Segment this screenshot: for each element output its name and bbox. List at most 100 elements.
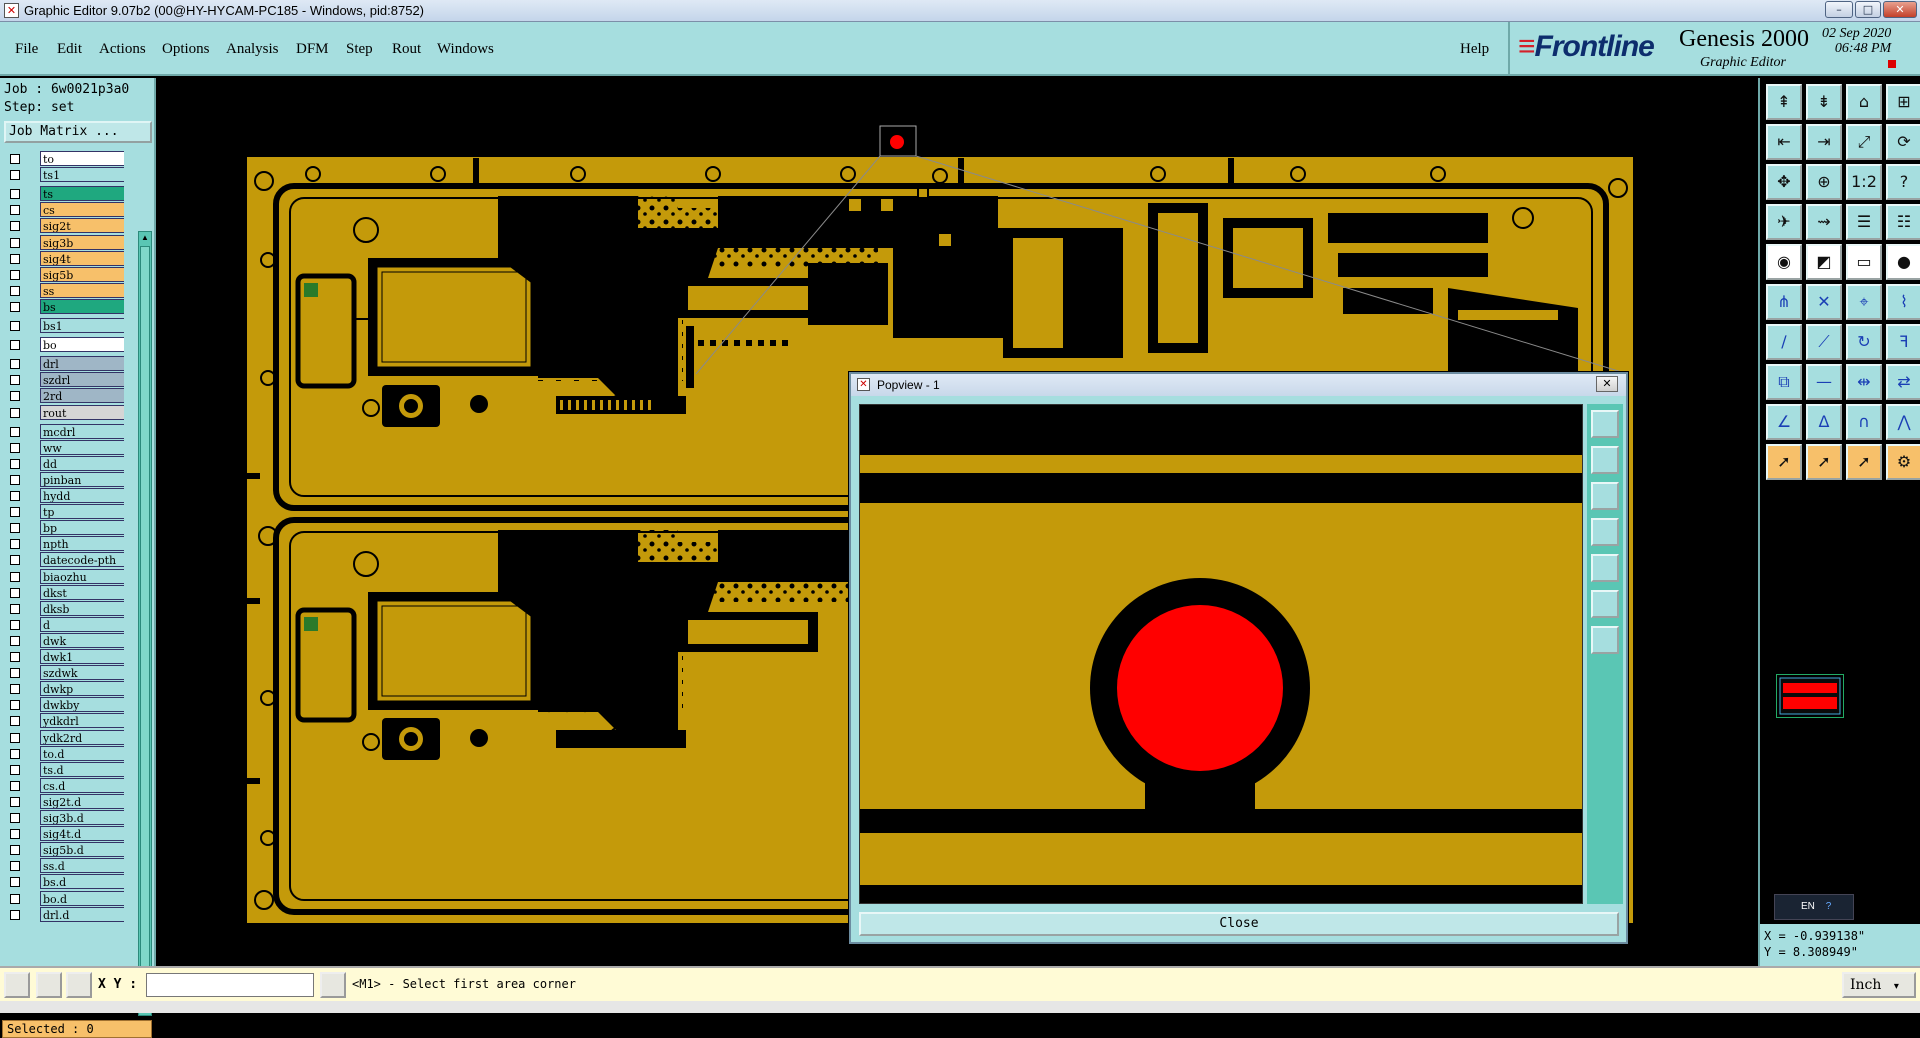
connect-icon[interactable]: ⋔ [1766, 284, 1802, 320]
layer-name[interactable]: dd [40, 455, 124, 471]
layer-row[interactable]: datecode-pth [4, 552, 124, 568]
layer-checkbox[interactable] [10, 458, 20, 469]
layer-row[interactable]: bs.d [4, 874, 124, 890]
layer-checkbox[interactable] [10, 635, 20, 646]
popview-zoom-out-icon[interactable] [1591, 626, 1619, 654]
layer-checkbox[interactable] [10, 877, 20, 888]
layer-checkbox[interactable] [10, 170, 20, 181]
layer-name[interactable]: sig5b.d [40, 842, 124, 858]
layer-checkbox[interactable] [10, 221, 20, 232]
redraw-icon[interactable]: ⟳ [1886, 124, 1920, 160]
layer-row[interactable]: bp [4, 520, 124, 536]
layer-checkbox[interactable] [10, 909, 20, 920]
layer-checkbox[interactable] [10, 716, 20, 727]
break-icon[interactable]: ⌇ [1886, 284, 1920, 320]
layer-row[interactable]: dksb [4, 600, 124, 616]
layer-row[interactable]: ydk2rd [4, 729, 124, 745]
layer-checkbox[interactable] [10, 668, 20, 679]
layer-stack-icon[interactable]: ☰ [1846, 204, 1882, 240]
layer-row[interactable]: pinban [4, 471, 124, 487]
layer-checkbox[interactable] [10, 796, 20, 807]
popview-pan-right-icon[interactable] [1591, 554, 1619, 582]
area-select-icon[interactable] [4, 972, 30, 998]
layer-row[interactable]: sig4t [4, 250, 124, 266]
layer-row[interactable]: d [4, 616, 124, 632]
layer-name[interactable]: sig4t [40, 250, 124, 266]
pan-left-icon[interactable]: ⇤ [1766, 124, 1802, 160]
layer-row[interactable]: rout [4, 404, 124, 420]
layer-checkbox[interactable] [10, 539, 20, 550]
layer-checkbox[interactable] [10, 652, 20, 662]
maximize-button[interactable]: □ [1855, 1, 1881, 18]
layer-checkbox[interactable] [10, 555, 20, 566]
layer-checkbox[interactable] [10, 587, 20, 598]
layer-row[interactable]: sig5b.d [4, 842, 124, 858]
layer-name[interactable]: dksb [40, 600, 124, 616]
layer-name[interactable]: drl [40, 356, 124, 372]
popview-zoom-drawing[interactable] [860, 405, 1583, 904]
layer-name[interactable]: datecode-pth [40, 552, 124, 568]
layer-checkbox[interactable] [10, 269, 20, 280]
layer-checkbox[interactable] [10, 189, 20, 200]
layer-checkbox[interactable] [10, 845, 20, 856]
xy-input[interactable] [146, 973, 314, 997]
layer-name[interactable]: sig3b [40, 234, 124, 250]
layer-row[interactable]: dwk1 [4, 649, 124, 664]
menu-step[interactable]: Step [346, 41, 373, 58]
route-icon[interactable]: ⇝ [1806, 204, 1842, 240]
layer-name[interactable]: tp [40, 504, 124, 520]
slash-icon[interactable]: ⟋ [1806, 324, 1842, 360]
select-route-icon[interactable]: ⚙ [1886, 444, 1920, 480]
layer-name[interactable]: dwkp [40, 681, 124, 697]
layer-checkbox[interactable] [10, 603, 20, 614]
layer-row[interactable]: biaozhu [4, 568, 124, 584]
layer-name[interactable]: cs.d [40, 777, 124, 793]
layer-name[interactable]: ts [40, 186, 124, 202]
menu-windows[interactable]: Windows [437, 41, 494, 58]
layer-row[interactable]: ts.d [4, 761, 124, 777]
select-outline-icon[interactable]: ➚ [1846, 444, 1882, 480]
move-icon[interactable]: — [1806, 364, 1842, 400]
record-icon[interactable]: ● [1886, 244, 1920, 280]
menu-analysis[interactable]: Analysis [226, 41, 279, 58]
layer-row[interactable]: dwkp [4, 681, 124, 697]
delete-icon[interactable]: ✕ [1806, 284, 1842, 320]
draw-rect-icon[interactable]: ◩ [1806, 244, 1842, 280]
layer-name[interactable]: dwk [40, 632, 124, 648]
layer-name[interactable]: rout [40, 404, 124, 420]
language-indicator[interactable]: EN ? [1774, 894, 1854, 920]
layer-name[interactable]: sig4t.d [40, 826, 124, 842]
layer-name[interactable]: szdrl [40, 372, 124, 388]
layer-row[interactable]: bs1 [4, 318, 124, 333]
alert-icon[interactable] [320, 972, 346, 998]
close-button[interactable]: ✕ [1883, 1, 1917, 18]
layer-name[interactable]: to [40, 151, 124, 166]
layer-checkbox[interactable] [10, 748, 20, 759]
line-icon[interactable]: ∕ [1766, 324, 1802, 360]
layer-checkbox[interactable] [10, 732, 20, 743]
window-split-icon[interactable]: ⊞ [1886, 84, 1920, 120]
layer-name[interactable]: mcdrl [40, 423, 124, 439]
layer-checkbox[interactable] [10, 340, 20, 351]
popview-pan-left-icon[interactable] [1591, 518, 1619, 546]
layer-row[interactable]: drl.d [4, 906, 124, 922]
scroll-thumb[interactable] [140, 246, 150, 1006]
layer-row[interactable]: hydd [4, 488, 124, 503]
scroll-up-icon[interactable]: ▲ [139, 232, 151, 244]
arch-icon[interactable]: ∩ [1846, 404, 1882, 440]
layer-checkbox[interactable] [10, 491, 20, 501]
layer-name[interactable]: bs.d [40, 874, 124, 890]
layer-row[interactable]: dkst [4, 584, 124, 600]
replace-icon[interactable]: ⇄ [1886, 364, 1920, 400]
layer-name[interactable]: dwk1 [40, 649, 124, 664]
measure-icon[interactable]: ▭ [1846, 244, 1882, 280]
layer-row[interactable]: sig2t.d [4, 793, 124, 809]
layer-row[interactable]: ss.d [4, 858, 124, 874]
layer-row[interactable]: szdwk [4, 665, 124, 681]
layer-row[interactable]: bo.d [4, 890, 124, 906]
helicopter-icon[interactable]: ✈ [1766, 204, 1802, 240]
menu-rout[interactable]: Rout [392, 41, 421, 58]
layer-checkbox[interactable] [10, 861, 20, 872]
grid-snap-icon[interactable] [66, 972, 92, 998]
layer-row[interactable]: sig2t [4, 218, 124, 234]
